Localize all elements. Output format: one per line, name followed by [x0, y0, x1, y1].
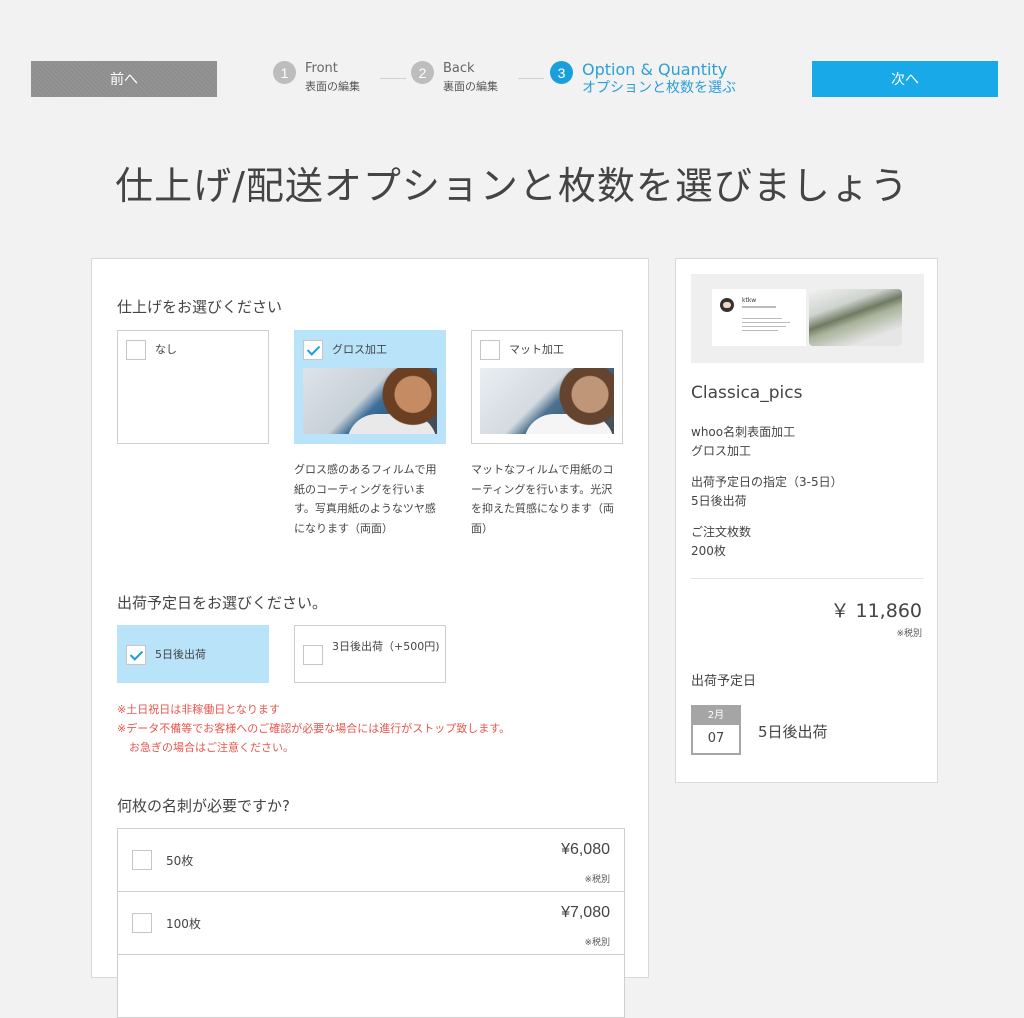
finish-gloss-checkbox[interactable]	[303, 340, 323, 360]
page-title: 仕上げ/配送オプションと枚数を選びましょう	[115, 164, 909, 208]
card-preview: ktkw	[691, 274, 924, 363]
step-connector	[518, 78, 544, 79]
shipping-option-3days[interactable]: 3日後出荷（+500円)	[294, 625, 446, 683]
gloss-sample-photo	[303, 368, 437, 434]
step-label-en: Option & Quantity	[582, 60, 728, 79]
ship-value: 5日後出荷	[691, 494, 747, 508]
calendar-day: 07	[707, 731, 725, 746]
shipping-3days-checkbox[interactable]	[303, 645, 323, 665]
finish-option-none[interactable]: なし	[117, 330, 269, 444]
matte-sample-photo	[480, 368, 614, 434]
total-price: ￥ 11,860	[830, 600, 922, 622]
quantity-option-100[interactable]: 100枚 ¥7,080 ※税別	[117, 891, 625, 955]
step-label-jp: オプションと枚数を選ぶ	[582, 80, 736, 96]
finish-option-label: マット加工	[509, 343, 564, 356]
matte-description: マットなフィルムで用紙のコーティングを行います。光沢を抑えた質感になります（両面…	[471, 463, 614, 535]
finish-matte-checkbox[interactable]	[480, 340, 500, 360]
step-label-jp: 裏面の編集	[443, 80, 498, 93]
finish-heading: whoo名刺表面加工	[691, 425, 796, 439]
qty-heading: ご注文枚数	[691, 525, 752, 539]
shipping-option-label: 5日後出荷	[155, 648, 206, 661]
shipping-option-5days[interactable]: 5日後出荷	[117, 625, 269, 683]
tax-note: ※税別	[584, 875, 610, 885]
card-back-preview	[809, 289, 902, 346]
step-front[interactable]: 1 Front 表面の編集	[273, 60, 360, 96]
finish-option-matte[interactable]: マット加工	[471, 330, 623, 444]
finish-option-label: グロス加工	[332, 343, 387, 356]
quantity-price: ¥6,080	[561, 841, 610, 858]
quantity-option-50[interactable]: 50枚 ¥6,080 ※税別	[117, 828, 625, 892]
quantity-section-title: 何枚の名刺が必要ですか?	[117, 797, 290, 815]
step-label-en: Front	[305, 61, 338, 76]
tax-note: ※税別	[896, 629, 922, 639]
finish-value: グロス加工	[691, 444, 752, 458]
quantity-option-more[interactable]	[117, 954, 625, 1018]
finish-none-checkbox[interactable]	[126, 340, 146, 360]
step-number: 1	[273, 61, 296, 84]
calendar-icon: 2月 07	[691, 705, 741, 755]
warning-urgent: お急ぎの場合はご注意ください。	[129, 741, 294, 754]
quantity-50-checkbox[interactable]	[132, 850, 152, 870]
shipping-5days-checkbox[interactable]	[126, 645, 146, 665]
card-name: ktkw	[742, 297, 757, 304]
shipping-option-label: 3日後出荷（+500円)	[332, 640, 440, 653]
quantity-price: ¥7,080	[561, 904, 610, 921]
ship-date-label: 5日後出荷	[758, 723, 828, 741]
gloss-description: グロス感のあるフィルムで用紙のコーティングを行います。写真用紙のようなツヤ感にな…	[294, 463, 437, 535]
step-number: 2	[411, 61, 434, 84]
step-number: 3	[550, 61, 573, 84]
step-back[interactable]: 2 Back 裏面の編集	[411, 60, 498, 96]
ship-heading: 出荷予定日の指定（3-5日）	[691, 475, 843, 489]
step-connector	[380, 78, 406, 79]
step-label-jp: 表面の編集	[305, 80, 360, 93]
avatar-icon	[720, 298, 734, 312]
qty-value: 200枚	[691, 544, 726, 558]
finish-option-gloss[interactable]: グロス加工	[294, 330, 446, 444]
warning-data-issue: ※データ不備等でお客様へのご確認が必要な場合には進行がストップ致します。	[117, 722, 511, 735]
quantity-100-checkbox[interactable]	[132, 913, 152, 933]
warning-holiday: ※土日祝日は非稼働日となります	[117, 703, 280, 716]
tax-note: ※税別	[584, 938, 610, 948]
divider	[691, 578, 924, 579]
prev-button[interactable]: 前へ	[31, 61, 217, 97]
step-label-en: Back	[443, 61, 475, 76]
quantity-label: 50枚	[166, 854, 194, 868]
quantity-label: 100枚	[166, 917, 201, 931]
card-front-preview: ktkw	[712, 289, 806, 346]
step-option-quantity[interactable]: 3 Option & Quantity オプションと枚数を選ぶ	[550, 60, 736, 97]
shipping-section-title: 出荷予定日をお選びください。	[117, 594, 328, 612]
order-summary: ktkw Classica_pics whoo名刺表面加工 グロス加工 出荷予定…	[675, 258, 938, 783]
next-button[interactable]: 次へ	[812, 61, 998, 97]
product-name: Classica_pics	[691, 383, 803, 403]
ship-date-title: 出荷予定日	[691, 674, 757, 689]
finish-section-title: 仕上げをお選びください	[117, 298, 283, 316]
calendar-month: 2月	[693, 707, 739, 725]
options-card: 仕上げをお選びください なし グロス加工 マット加工 グロス感のあるフィルムで用…	[91, 258, 649, 1018]
finish-option-label: なし	[155, 343, 177, 356]
